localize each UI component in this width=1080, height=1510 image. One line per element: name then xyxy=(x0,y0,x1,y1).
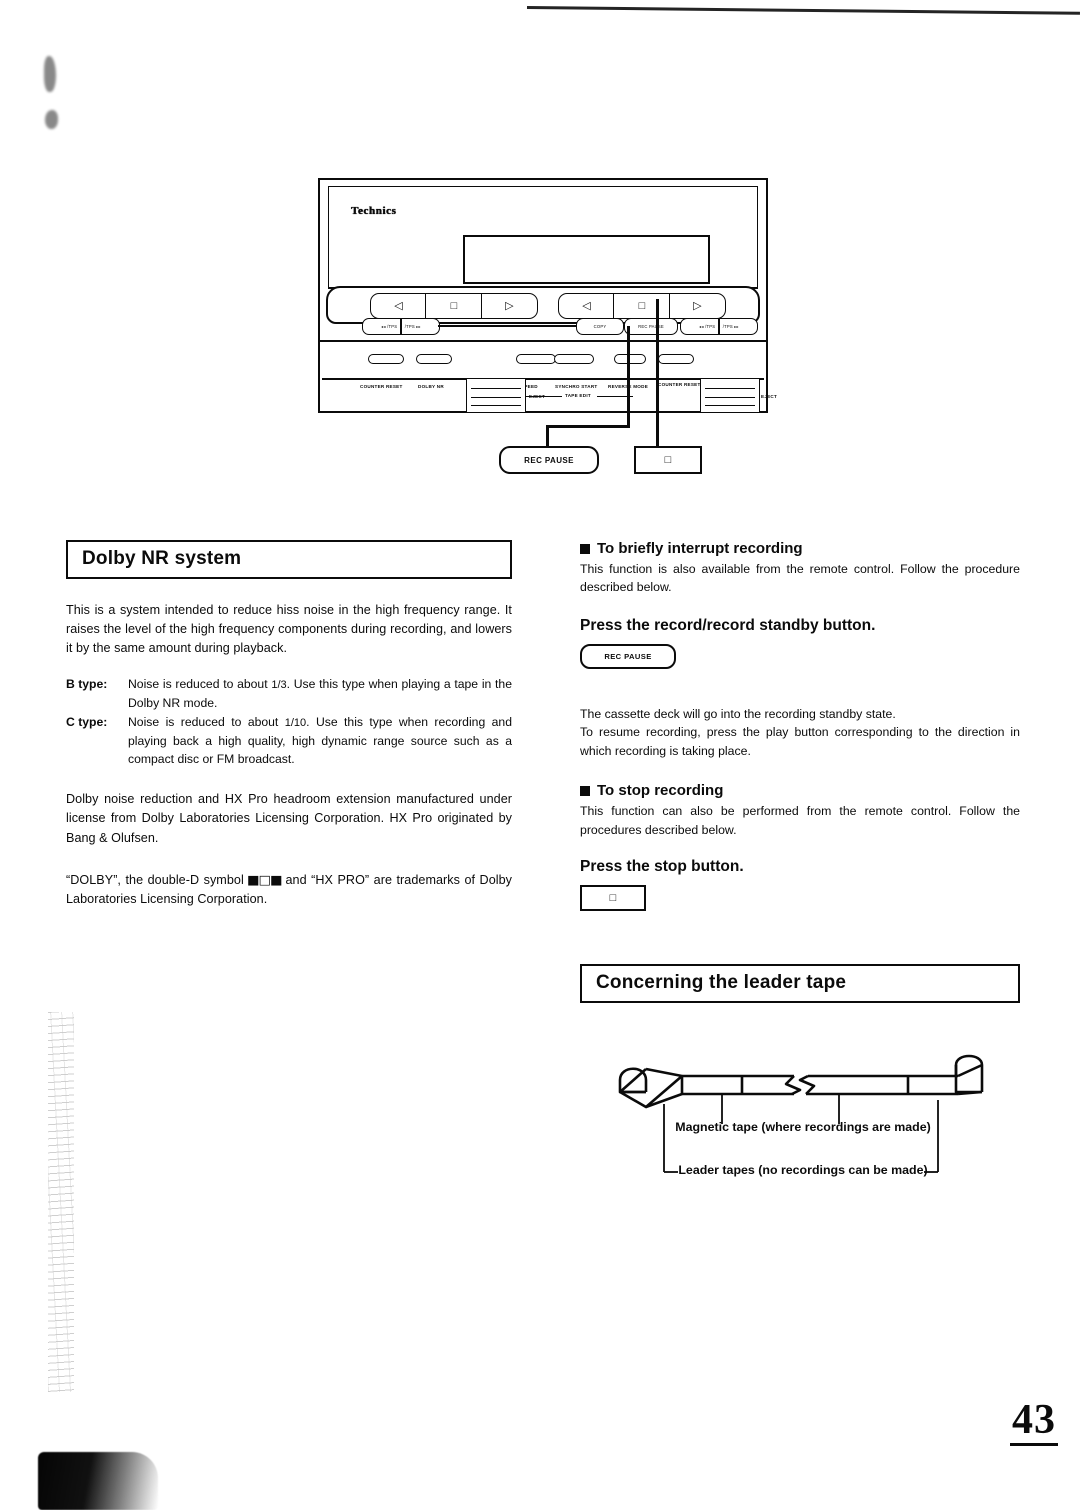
rec-pause-button[interactable]: REC PAUSE xyxy=(624,318,678,335)
dolby-c-description: Noise is reduced to about 1/10. Use this… xyxy=(128,713,512,768)
step-heading-press-stop: Press the stop button. xyxy=(580,858,744,876)
callout-leader-vertical-stop xyxy=(656,299,659,447)
scan-artifact-top-line xyxy=(526,6,1080,15)
cassette-deck-illustration: Technics ◁ □ ▷ ◁ □ ▷ ◂◂ /TPS /TPS ▸▸ COP… xyxy=(318,178,777,413)
dolby-nr-key[interactable] xyxy=(416,354,452,364)
deck1-play-button[interactable]: ▷ xyxy=(480,293,538,319)
scan-artifact-speckle xyxy=(48,1012,74,1392)
label-tape-edit: TAPE EDIT xyxy=(565,393,591,398)
label-dolby-nr: DOLBY NR xyxy=(418,384,444,389)
deck2-play-button[interactable]: ▷ xyxy=(668,293,726,319)
interrupt-result-paragraph: The cassette deck will go into the recor… xyxy=(580,706,1020,758)
subsection-heading-interrupt: To briefly interrupt recording xyxy=(580,540,1020,557)
label-synchro-start: SYNCHRO START xyxy=(555,384,598,389)
scan-artifact-smudge xyxy=(45,110,58,129)
deck1-reverse-play-button[interactable]: ◁ xyxy=(370,293,427,319)
subsection-heading-label: To stop recording xyxy=(597,782,724,800)
deck1-ff-label: /TPS ▸▸ xyxy=(404,324,421,329)
callout-leader-horizontal xyxy=(546,425,630,428)
deck1-search-buttons[interactable]: ◂◂ /TPS /TPS ▸▸ xyxy=(362,318,440,335)
dolby-c-term: C type: xyxy=(66,715,108,730)
fraction-one-tenth: 1/10 xyxy=(284,717,307,730)
counter-reset-key-right[interactable] xyxy=(658,354,694,364)
stop-body-paragraph: This function can also be performed from… xyxy=(580,804,1020,837)
divider xyxy=(718,319,720,334)
subsection-heading-label: To briefly interrupt recording xyxy=(597,540,803,557)
section-heading-dolby-nr: Dolby NR system xyxy=(66,540,512,579)
synchro-start-key[interactable] xyxy=(554,354,594,364)
deck-mini-button-row: ◂◂ /TPS /TPS ▸▸ COPY REC PAUSE ◂◂ /TPS /… xyxy=(318,318,768,336)
dolby-type-list: B type: Noise is reduced to about 1/3. U… xyxy=(66,675,512,768)
callout-leader-vertical-recpause xyxy=(627,326,630,428)
reverse-mode-key[interactable] xyxy=(614,354,646,364)
text: Noise is reduced to about xyxy=(128,677,272,692)
scan-artifact-corner-blob xyxy=(38,1452,158,1510)
deck2-stop-button[interactable]: □ xyxy=(613,293,671,319)
bullet-square-icon xyxy=(580,785,590,796)
deck2-search-buttons[interactable]: ◂◂ /TPS /TPS ▸▸ xyxy=(680,318,758,335)
label-eject-right: EJECT xyxy=(761,394,778,399)
deck2-ff-label: /TPS ▸▸ xyxy=(722,324,739,329)
callout-stop-button[interactable]: □ xyxy=(634,446,702,474)
counter-reset-key-left[interactable] xyxy=(368,354,404,364)
dolby-b-description: Noise is reduced to about 1/3. Use this … xyxy=(128,675,512,712)
list-item: C type: Noise is reduced to about 1/10. … xyxy=(66,713,512,768)
step-heading-press-record: Press the record/record standby button. xyxy=(580,616,876,634)
dolby-license-paragraph: Dolby noise reduction and HX Pro headroo… xyxy=(66,792,512,845)
label-eject-left: EJECT xyxy=(529,394,546,399)
section-heading-leader-tape: Concerning the leader tape xyxy=(580,964,1020,1004)
label-magnetic-tape: Magnetic tape (where recordings are made… xyxy=(675,1120,931,1134)
scan-artifact-smudge xyxy=(44,56,56,92)
stop-button-figure[interactable]: □ xyxy=(580,885,646,912)
divider xyxy=(322,378,764,380)
deck2-rew-label: ◂◂ /TPS xyxy=(699,324,716,329)
text: Noise is reduced to about xyxy=(128,715,285,730)
deck-front-face: Technics xyxy=(328,186,758,289)
callout-rec-pause-button[interactable]: REC PAUSE xyxy=(499,446,599,474)
interrupt-body-paragraph: This function is also available from the… xyxy=(580,562,1020,595)
leader-line xyxy=(438,325,576,327)
divider xyxy=(400,319,402,334)
dolby-b-term: B type: xyxy=(66,677,108,692)
manual-page: Technics ◁ □ ▷ ◁ □ ▷ ◂◂ /TPS /TPS ▸▸ COP… xyxy=(0,0,1080,1510)
transport-bank-deck1: ◁ □ ▷ xyxy=(370,293,538,319)
double-d-symbol-icon: ■□■ xyxy=(247,871,282,887)
dolby-trademark-paragraph: “DOLBY”, the double-D symbol ■□■ and “HX… xyxy=(66,870,512,909)
dolby-intro-paragraph: This is a system intended to reduce hiss… xyxy=(66,603,512,656)
subsection-heading-stop: To stop recording xyxy=(580,782,1020,799)
cassette-well-deck2[interactable] xyxy=(700,378,760,413)
deck2-reverse-play-button[interactable]: ◁ xyxy=(558,293,615,319)
transport-bank-deck2: ◁ □ ▷ xyxy=(558,293,726,319)
cassette-well-deck1[interactable] xyxy=(466,378,526,413)
label-leader-tapes: Leader tapes (no recordings can be made) xyxy=(678,1163,928,1177)
bullet-square-icon xyxy=(580,543,590,554)
deck-lower-panel: COUNTER RESET DOLBY NR SPEED SYNCHRO STA… xyxy=(320,340,777,413)
label-counter-reset-right: COUNTER RESET xyxy=(658,382,701,387)
deck1-stop-button[interactable]: □ xyxy=(425,293,483,319)
label-counter-reset-left: COUNTER RESET xyxy=(360,384,403,389)
list-item: B type: Noise is reduced to about 1/3. U… xyxy=(66,675,512,712)
deck-display-window xyxy=(463,235,710,284)
deck1-rew-label: ◂◂ /TPS xyxy=(381,324,398,329)
rec-pause-button-figure[interactable]: REC PAUSE xyxy=(580,643,676,669)
callout-leader-drop xyxy=(546,425,549,448)
leader-tape-diagram: Magnetic tape (where recordings are made… xyxy=(586,1032,1016,1192)
page-number: 43 xyxy=(1010,1399,1058,1446)
right-column: To briefly interrupt recording This func… xyxy=(580,540,1020,1004)
technics-logo: Technics xyxy=(351,205,397,217)
copy-button[interactable]: COPY xyxy=(576,318,624,335)
text: “DOLBY”, the double-D symbol xyxy=(66,872,249,887)
fraction-one-third: 1/3 xyxy=(271,679,287,692)
speed-key[interactable] xyxy=(516,354,556,364)
left-column: Dolby NR system This is a system intende… xyxy=(66,540,512,909)
